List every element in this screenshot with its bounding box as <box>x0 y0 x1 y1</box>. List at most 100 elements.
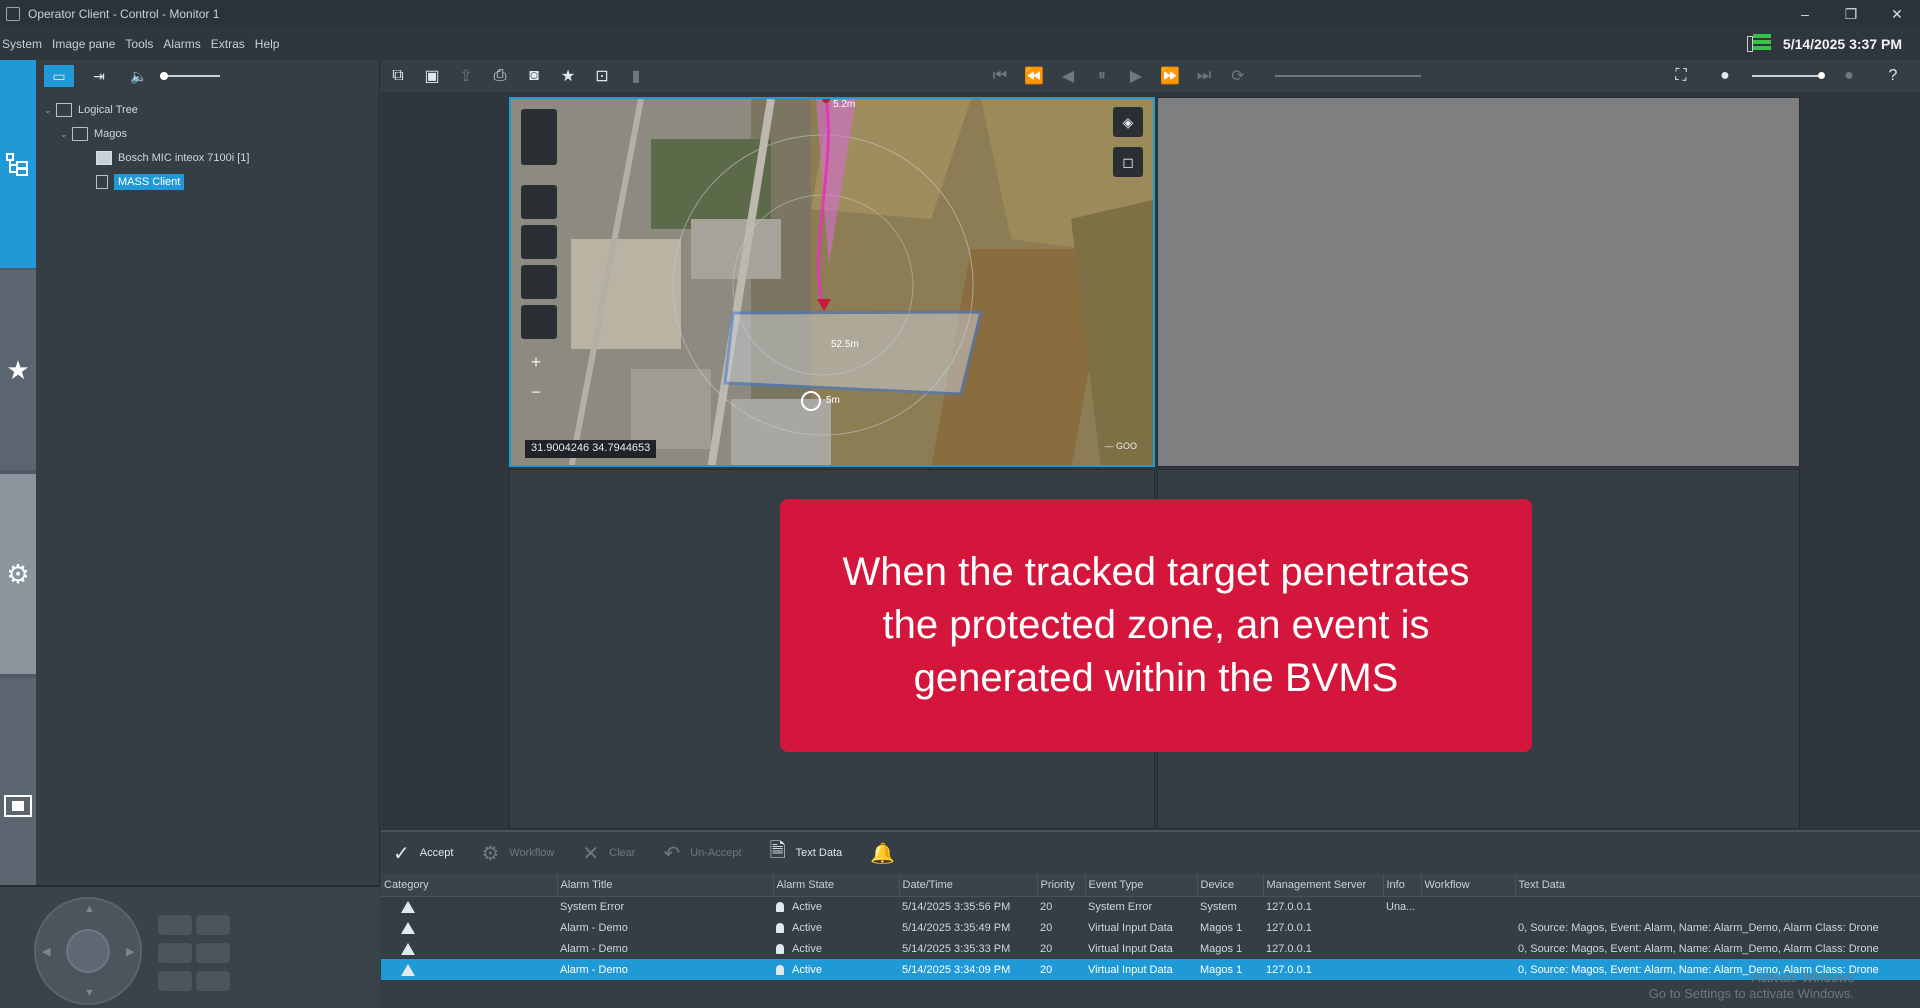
tree-node-label: Magos <box>94 128 128 140</box>
alarm-state-cell: Active <box>773 917 899 938</box>
alarm-row[interactable]: Alarm - Demo Active 5/14/2025 3:35:49 PM 20… <box>381 917 1920 938</box>
menu-image-pane[interactable]: Image pane <box>50 37 123 51</box>
map-layers-icon[interactable]: ◈ <box>1113 107 1143 137</box>
menu-system[interactable]: System <box>0 37 50 51</box>
favorite-star-icon[interactable]: ★ <box>551 62 585 90</box>
playback-icon[interactable]: ⇥ <box>84 65 114 87</box>
map-image-pane[interactable]: 52.5m 5.2m 5m + − 31.9004246 34.7944653 … <box>509 97 1155 467</box>
play-reverse-icon[interactable]: ◀ <box>1051 62 1085 90</box>
map-tool-button[interactable] <box>521 185 557 219</box>
settings-gear-icon[interactable]: ⚙ <box>0 474 36 674</box>
print-icon[interactable]: ⎙ <box>483 62 517 90</box>
col-alarm-title[interactable]: Alarm Title <box>557 874 774 897</box>
collapse-icon[interactable]: ⌄ <box>60 129 72 140</box>
alarm-list-panel: ✓ Accept ⚙ Workflow ✕ Clear ↶ Un-Accept 🗎 Tex… <box>381 830 1920 1008</box>
connection-status-icon[interactable] <box>1746 34 1773 54</box>
map-expand-icon[interactable]: ◻ <box>1113 147 1143 177</box>
menu-tools[interactable]: Tools <box>123 37 161 51</box>
joystick-center[interactable] <box>66 929 110 973</box>
tree-node-client[interactable]: MASS Client <box>36 170 379 194</box>
minimize-icon[interactable]: – <box>1782 0 1828 28</box>
col-category[interactable]: Category <box>381 874 558 897</box>
arrow-right-icon[interactable]: ▶ <box>126 945 134 958</box>
zoom-in-ptz-button[interactable] <box>158 915 192 935</box>
arrow-up-icon[interactable]: ▲ <box>84 903 95 915</box>
satellite-map[interactable] <box>511 99 1155 467</box>
microphone-icon[interactable]: ▮ <box>619 62 653 90</box>
close-icon[interactable]: ✕ <box>1874 0 1920 28</box>
alarm-state-cell: Active <box>773 959 899 980</box>
map-zoom-in-icon[interactable]: + <box>521 349 551 375</box>
snapshot-icon[interactable]: ◙ <box>517 62 551 90</box>
col-workflow[interactable]: Workflow <box>1421 874 1516 897</box>
warning-triangle-icon <box>401 900 415 913</box>
logical-tree-icon[interactable] <box>0 60 36 268</box>
fullscreen-icon[interactable]: ⛶ <box>1664 62 1698 90</box>
unaccept-button[interactable]: ↶ Un-Accept <box>663 841 741 866</box>
focus-far-button[interactable] <box>196 943 230 963</box>
tree-node-folder[interactable]: ⌄ Magos <box>36 122 379 146</box>
alarm-bell-button[interactable]: 🔔 <box>870 841 905 866</box>
export-icon[interactable]: ⇪ <box>449 62 483 90</box>
favorites-star-icon[interactable]: ★ <box>0 270 36 470</box>
bell-icon <box>776 964 784 975</box>
alarm-cell <box>1383 917 1421 938</box>
alarm-row[interactable]: Alarm - Demo Active 5/14/2025 3:35:33 PM 20… <box>381 938 1920 959</box>
zoom-in-icon[interactable]: ● <box>1832 62 1866 90</box>
tree-node-label: MASS Client <box>114 174 185 190</box>
skip-start-icon[interactable]: ⏮ <box>983 62 1017 90</box>
speaker-icon[interactable]: 🔈 <box>124 65 154 87</box>
playback-speed-slider[interactable] <box>1275 75 1421 77</box>
iris-open-button[interactable] <box>158 971 192 991</box>
col-management-server[interactable]: Management Server <box>1263 874 1384 897</box>
col-info[interactable]: Info <box>1383 874 1422 897</box>
col-date-time[interactable]: Date/Time <box>899 874 1038 897</box>
camera-image-pane[interactable] <box>1157 97 1800 467</box>
iris-close-button[interactable] <box>196 971 230 991</box>
col-device[interactable]: Device <box>1197 874 1264 897</box>
map-tool-button[interactable] <box>521 305 557 339</box>
tree-node-camera[interactable]: Bosch MIC inteox 7100i [1] <box>36 146 379 170</box>
help-icon[interactable]: ? <box>1876 62 1910 90</box>
collapse-icon[interactable]: ⌄ <box>44 105 56 116</box>
zoom-slider[interactable] <box>1752 72 1825 79</box>
map-tool-button[interactable] <box>521 225 557 259</box>
zoom-out-icon[interactable]: ● <box>1708 62 1742 90</box>
alarm-row[interactable]: System Error Active 5/14/2025 3:35:56 PM 20… <box>381 896 1920 917</box>
step-forward-icon[interactable]: ⏩ <box>1153 62 1187 90</box>
alarm-table-header: Category Alarm Title Alarm State Date/Ti… <box>381 874 1920 897</box>
volume-slider[interactable] <box>160 72 220 80</box>
restore-icon[interactable]: ❐ <box>1828 0 1874 28</box>
map-tool-button[interactable] <box>521 265 557 299</box>
loop-icon[interactable]: ⟳ <box>1221 62 1255 90</box>
live-mode-icon[interactable]: ▭ <box>44 65 74 87</box>
tree-node-root[interactable]: ⌄ Logical Tree <box>36 98 379 122</box>
zoom-out-ptz-button[interactable] <box>196 915 230 935</box>
fullscreen-pane-icon[interactable]: ⊡ <box>585 62 619 90</box>
map-coordinates: 31.9004246 34.7944653 <box>525 440 657 458</box>
map-zoom-out-icon[interactable]: − <box>521 379 551 405</box>
arrow-left-icon[interactable]: ◀ <box>42 945 50 958</box>
clear-button[interactable]: ✕ Clear <box>582 841 635 866</box>
pane-layout-icon[interactable]: ⧉ <box>381 62 415 90</box>
maximize-pane-icon[interactable]: ▣ <box>415 62 449 90</box>
menu-help[interactable]: Help <box>253 37 288 51</box>
warning-triangle-icon <box>401 942 415 955</box>
workflow-button[interactable]: ⚙ Workflow <box>481 841 554 866</box>
map-layer-button[interactable] <box>521 109 557 165</box>
step-back-icon[interactable]: ⏪ <box>1017 62 1051 90</box>
menu-alarms[interactable]: Alarms <box>161 37 208 51</box>
col-text-data[interactable]: Text Data <box>1515 874 1920 897</box>
ptz-joystick[interactable]: ▲ ▼ ◀ ▶ <box>34 897 142 1005</box>
play-icon[interactable]: ▶ <box>1119 62 1153 90</box>
col-alarm-state[interactable]: Alarm State <box>773 874 900 897</box>
menu-extras[interactable]: Extras <box>209 37 253 51</box>
skip-end-icon[interactable]: ⏭ <box>1187 62 1221 90</box>
focus-near-button[interactable] <box>158 943 192 963</box>
col-event-type[interactable]: Event Type <box>1085 874 1198 897</box>
col-priority[interactable]: Priority <box>1037 874 1086 897</box>
pause-icon[interactable]: ⏸ <box>1085 62 1119 90</box>
text-data-button[interactable]: 🗎 Text Data <box>770 836 843 870</box>
arrow-down-icon[interactable]: ▼ <box>84 987 95 999</box>
accept-button[interactable]: ✓ Accept <box>393 841 453 866</box>
